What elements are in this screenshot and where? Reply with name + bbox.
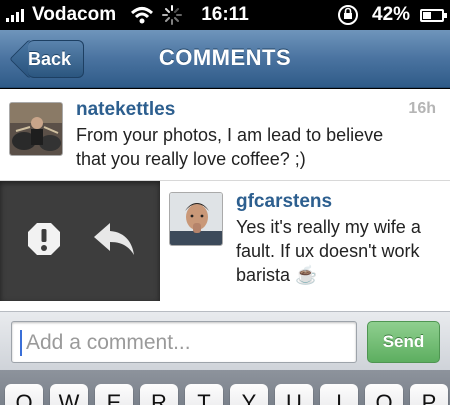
status-bar: Vodacom 16:11 42%: [0, 0, 450, 30]
comment-content[interactable]: gfcarstens Yes it's really my wife a fau…: [160, 181, 450, 301]
key[interactable]: I: [320, 384, 358, 405]
keyboard: Q W E R T Y U I O P: [0, 370, 450, 405]
battery-icon: [420, 9, 447, 22]
comment-input[interactable]: Add a comment...: [11, 321, 357, 363]
send-button[interactable]: Send: [367, 321, 440, 363]
comment-item-swiped[interactable]: gfcarstens Yes it's really my wife a fau…: [0, 181, 450, 301]
comment-text: Yes it's really my wife a fault. If ux d…: [236, 217, 421, 285]
key[interactable]: E: [95, 384, 133, 405]
key[interactable]: R: [140, 384, 178, 405]
comment-input-placeholder: Add a comment...: [26, 331, 191, 354]
comment-actions-panel: [0, 181, 160, 301]
comment-timestamp: 16h: [408, 100, 436, 117]
battery-fill: [423, 12, 432, 19]
key[interactable]: O: [365, 384, 403, 405]
comment-item[interactable]: natekettles 16h From your photos, I am l…: [0, 89, 450, 181]
comments-list[interactable]: natekettles 16h From your photos, I am l…: [0, 89, 450, 311]
key[interactable]: U: [275, 384, 313, 405]
comment-username[interactable]: gfcarstens: [236, 191, 332, 213]
report-icon[interactable]: [26, 221, 62, 257]
key[interactable]: Y: [230, 384, 268, 405]
key[interactable]: T: [185, 384, 223, 405]
page-title: COMMENTS: [158, 45, 292, 70]
key[interactable]: P: [410, 384, 448, 405]
key[interactable]: Q: [5, 384, 43, 405]
reply-icon[interactable]: [92, 221, 136, 257]
comment-composer: Add a comment... Send: [0, 311, 450, 370]
avatar-gfcarstens[interactable]: [169, 192, 223, 246]
text-caret: [20, 330, 22, 356]
key[interactable]: W: [50, 384, 88, 405]
battery-percent: 42%: [372, 4, 411, 25]
navigation-bar: Back COMMENTS: [0, 30, 450, 88]
comment-text: From your photos, I am lead to believe t…: [76, 125, 384, 169]
avatar-natekettles[interactable]: [9, 102, 63, 156]
comment-username[interactable]: natekettles: [76, 99, 175, 121]
rotation-lock-icon: [338, 5, 358, 25]
